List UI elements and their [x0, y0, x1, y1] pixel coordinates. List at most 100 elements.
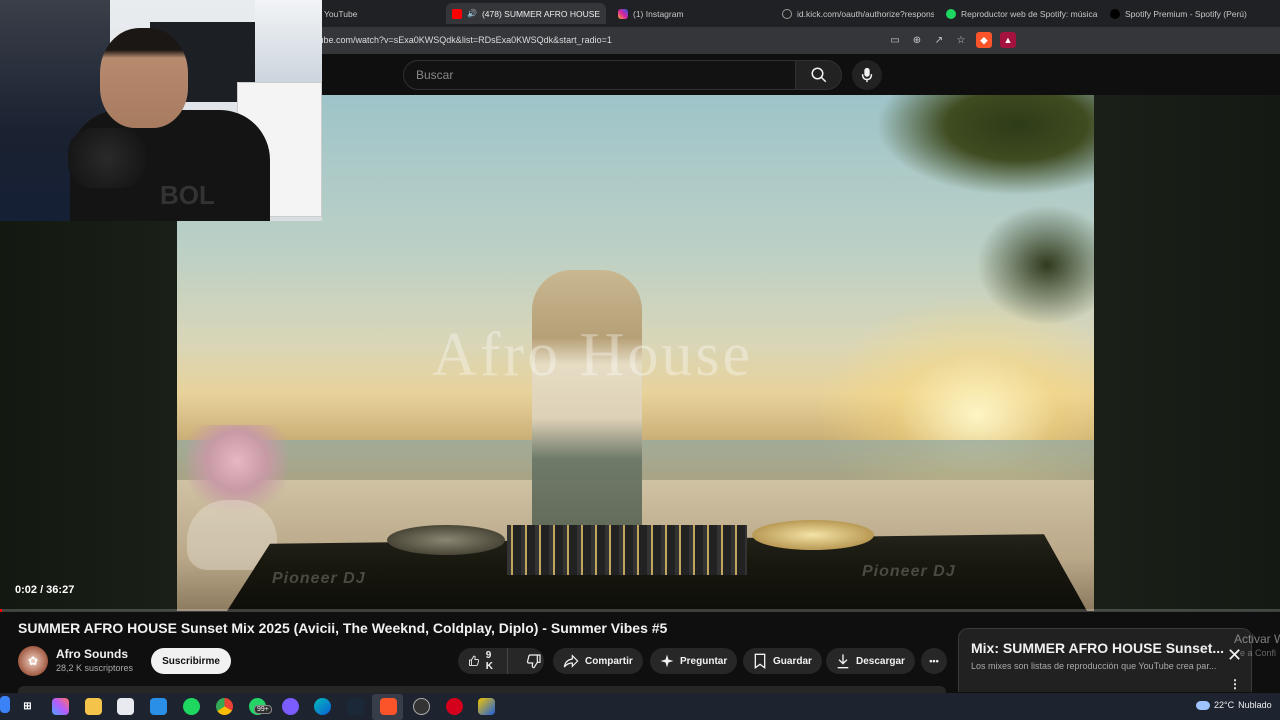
- mix-title[interactable]: Mix: SUMMER AFRO HOUSE Sunset...: [971, 640, 1224, 656]
- windows-activation-notice: Activar W: [1234, 632, 1280, 646]
- screen: YouTube 🔊 (478) SUMMER AFRO HOUSE × (1) …: [0, 0, 1280, 720]
- mix-description: Los mixes son listas de reproducción que…: [971, 661, 1217, 671]
- store-icon[interactable]: [117, 698, 134, 715]
- search-placeholder: Buscar: [416, 68, 454, 82]
- search-button[interactable]: [796, 60, 842, 90]
- tab-label: (1) Instagram: [633, 8, 684, 19]
- subscriber-count: 28,2 K suscriptores: [56, 663, 134, 673]
- task-view-icon[interactable]: ⊞: [19, 698, 36, 715]
- opera-icon[interactable]: [446, 698, 463, 715]
- microphone: [68, 128, 146, 188]
- progress-bar[interactable]: [0, 609, 1280, 612]
- tab-label: (478) SUMMER AFRO HOUSE: [481, 8, 601, 19]
- share-page-icon[interactable]: ↗: [932, 33, 946, 47]
- tab-label: Spotify Premium - Spotify (Perú): [1125, 8, 1247, 19]
- file-explorer-icon[interactable]: [85, 698, 102, 715]
- tab-label: YouTube: [324, 8, 358, 19]
- tab-summer-afro-house[interactable]: 🔊 (478) SUMMER AFRO HOUSE ×: [446, 3, 606, 24]
- spotify-icon: [1110, 8, 1120, 19]
- globe-icon: [782, 8, 792, 19]
- cast-icon[interactable]: ▭: [888, 33, 902, 47]
- channel-avatar[interactable]: ✿: [18, 646, 48, 676]
- zoom-icon[interactable]: ⊕: [910, 33, 924, 47]
- windows-start-icon[interactable]: [0, 696, 10, 713]
- voice-search-button[interactable]: [852, 60, 882, 90]
- controller-brand-left: Pioneer DJ: [272, 570, 366, 587]
- download-button[interactable]: Descargar: [826, 648, 915, 674]
- subscribe-button[interactable]: Suscribirme: [151, 648, 231, 674]
- url-text[interactable]: tube.com/watch?v=sExa0KWSQdk&list=RDsExa…: [316, 35, 612, 45]
- tab-spotify-premium[interactable]: Spotify Premium - Spotify (Perú): [1104, 3, 1274, 24]
- tab-label: id.kick.com/oauth/authorize?respons: [797, 8, 934, 19]
- like-button[interactable]: 9 K: [458, 648, 509, 674]
- tab-youtube[interactable]: YouTube: [318, 3, 440, 24]
- mail-icon[interactable]: [150, 698, 167, 715]
- dj-performer: [532, 270, 642, 540]
- tab-instagram[interactable]: (1) Instagram: [612, 3, 772, 24]
- like-icon: [469, 655, 480, 666]
- dislike-button[interactable]: [514, 648, 554, 674]
- discord-icon[interactable]: [282, 698, 299, 715]
- temperature: 22°C: [1214, 700, 1235, 710]
- windows-activation-subtext: e a Confi: [1240, 648, 1277, 658]
- download-icon: [837, 654, 849, 669]
- ask-label: Preguntar: [680, 655, 728, 667]
- mix-playlist-panel: Mix: SUMMER AFRO HOUSE Sunset... Los mix…: [958, 628, 1252, 692]
- like-count: 9 K: [485, 650, 493, 672]
- share-label: Compartir: [585, 655, 633, 667]
- dislike-icon: [527, 654, 541, 669]
- spotify-icon[interactable]: [183, 698, 200, 715]
- share-button[interactable]: Compartir: [553, 648, 643, 674]
- save-button[interactable]: Guardar: [743, 648, 822, 674]
- address-bar-actions: ▭ ⊕ ↗ ☆ ◆ ▲: [888, 32, 1016, 48]
- save-label: Guardar: [773, 655, 812, 667]
- progress-fill: [0, 609, 2, 612]
- tab-spotify-player[interactable]: Reproductor web de Spotify: música: [940, 3, 1098, 24]
- ask-button[interactable]: Preguntar: [650, 648, 738, 674]
- brave-icon[interactable]: [380, 698, 397, 715]
- share-icon: [563, 654, 579, 668]
- instagram-icon: [618, 8, 628, 19]
- mixer-faders: [507, 525, 747, 575]
- streamer-face: [100, 28, 188, 128]
- brave-rewards-icon[interactable]: ▲: [1000, 32, 1016, 48]
- tab-kick[interactable]: id.kick.com/oauth/authorize?respons: [776, 3, 934, 24]
- close-tab-icon[interactable]: ×: [605, 8, 606, 19]
- mic-icon: [861, 67, 873, 83]
- edge-icon[interactable]: [314, 698, 331, 715]
- youtube-icon: [452, 8, 462, 19]
- search-icon: [811, 67, 826, 83]
- webcam-overlay: BOL: [0, 0, 322, 221]
- search-input[interactable]: Buscar: [403, 60, 796, 90]
- video-watermark: Afro House: [432, 321, 753, 389]
- steam-icon[interactable]: [347, 698, 364, 715]
- palm-tree: [937, 195, 1094, 355]
- video-time: 0:02 / 36:27: [15, 584, 75, 596]
- shirt-print: BOL: [160, 180, 215, 210]
- cloud-icon: [1196, 700, 1210, 710]
- weather-condition: Nublado: [1238, 700, 1272, 710]
- tab-label: Reproductor web de Spotify: música: [961, 8, 1098, 19]
- shelf: [255, 0, 322, 90]
- speaker-icon: 🔊: [467, 9, 477, 18]
- more-actions-button[interactable]: •••: [921, 648, 947, 674]
- controller-brand-right: Pioneer DJ: [862, 563, 956, 580]
- copilot-icon[interactable]: [52, 698, 69, 715]
- bookmark-icon[interactable]: ☆: [954, 33, 968, 47]
- sparkle-icon: [660, 654, 674, 668]
- obs-icon[interactable]: [413, 698, 430, 715]
- download-label: Descargar: [856, 655, 905, 667]
- weather-widget[interactable]: 22°C Nublado: [1196, 700, 1272, 710]
- like-dislike-group: 9 K: [458, 648, 544, 674]
- notification-badge: 99+: [254, 705, 272, 714]
- app-icon[interactable]: [478, 698, 495, 715]
- channel-name[interactable]: Afro Sounds: [56, 647, 128, 661]
- spotify-icon: [946, 8, 956, 19]
- save-icon: [754, 653, 766, 669]
- brave-shields-icon[interactable]: ◆: [976, 32, 992, 48]
- jog-wheel: [752, 520, 874, 550]
- video-title: SUMMER AFRO HOUSE Sunset Mix 2025 (Avici…: [18, 620, 668, 636]
- mix-menu-button[interactable]: ⋮: [1229, 677, 1241, 691]
- chrome-icon[interactable]: [216, 698, 233, 715]
- jog-wheel: [387, 525, 505, 555]
